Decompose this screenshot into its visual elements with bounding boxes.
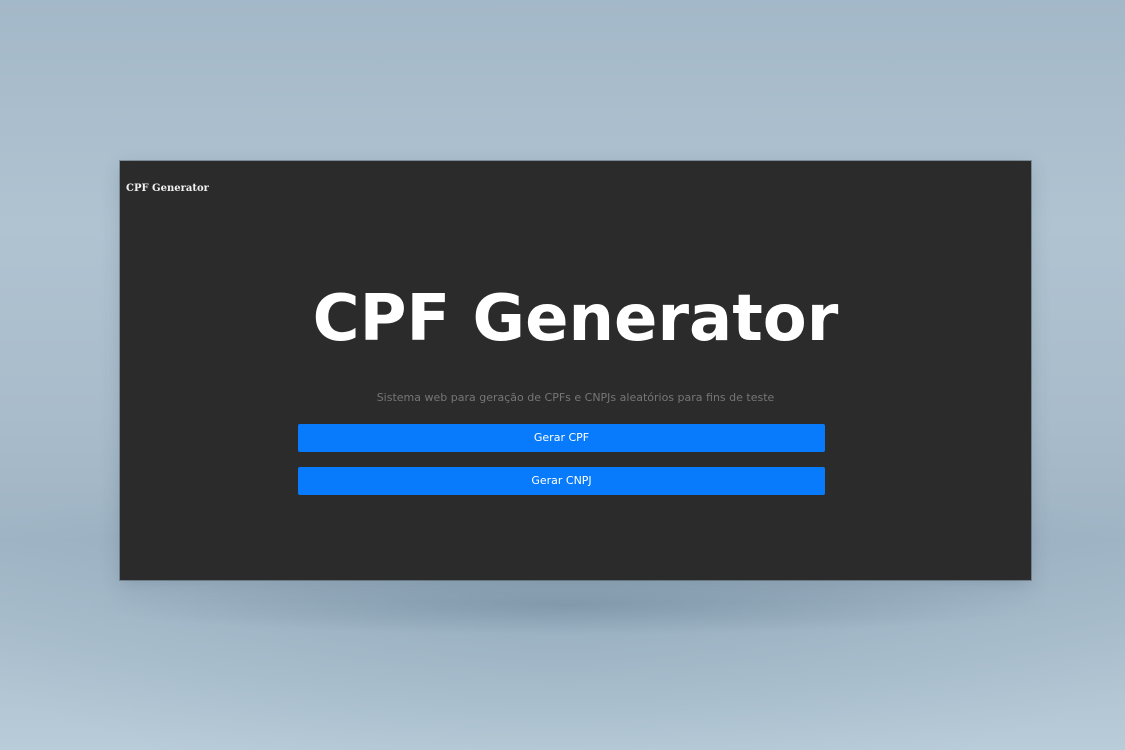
page-title: CPF Generator — [312, 282, 839, 356]
generate-cnpj-button[interactable]: Gerar CNPJ — [298, 467, 825, 495]
page-subtitle: Sistema web para geração de CPFs e CNPJs… — [376, 391, 775, 404]
navbar-brand[interactable]: CPF Generator — [126, 183, 209, 194]
backdrop-shadow — [80, 575, 1060, 635]
app-window: CPF Generator CPF Generator Sistema web … — [120, 161, 1031, 580]
generate-cpf-button[interactable]: Gerar CPF — [298, 424, 825, 452]
